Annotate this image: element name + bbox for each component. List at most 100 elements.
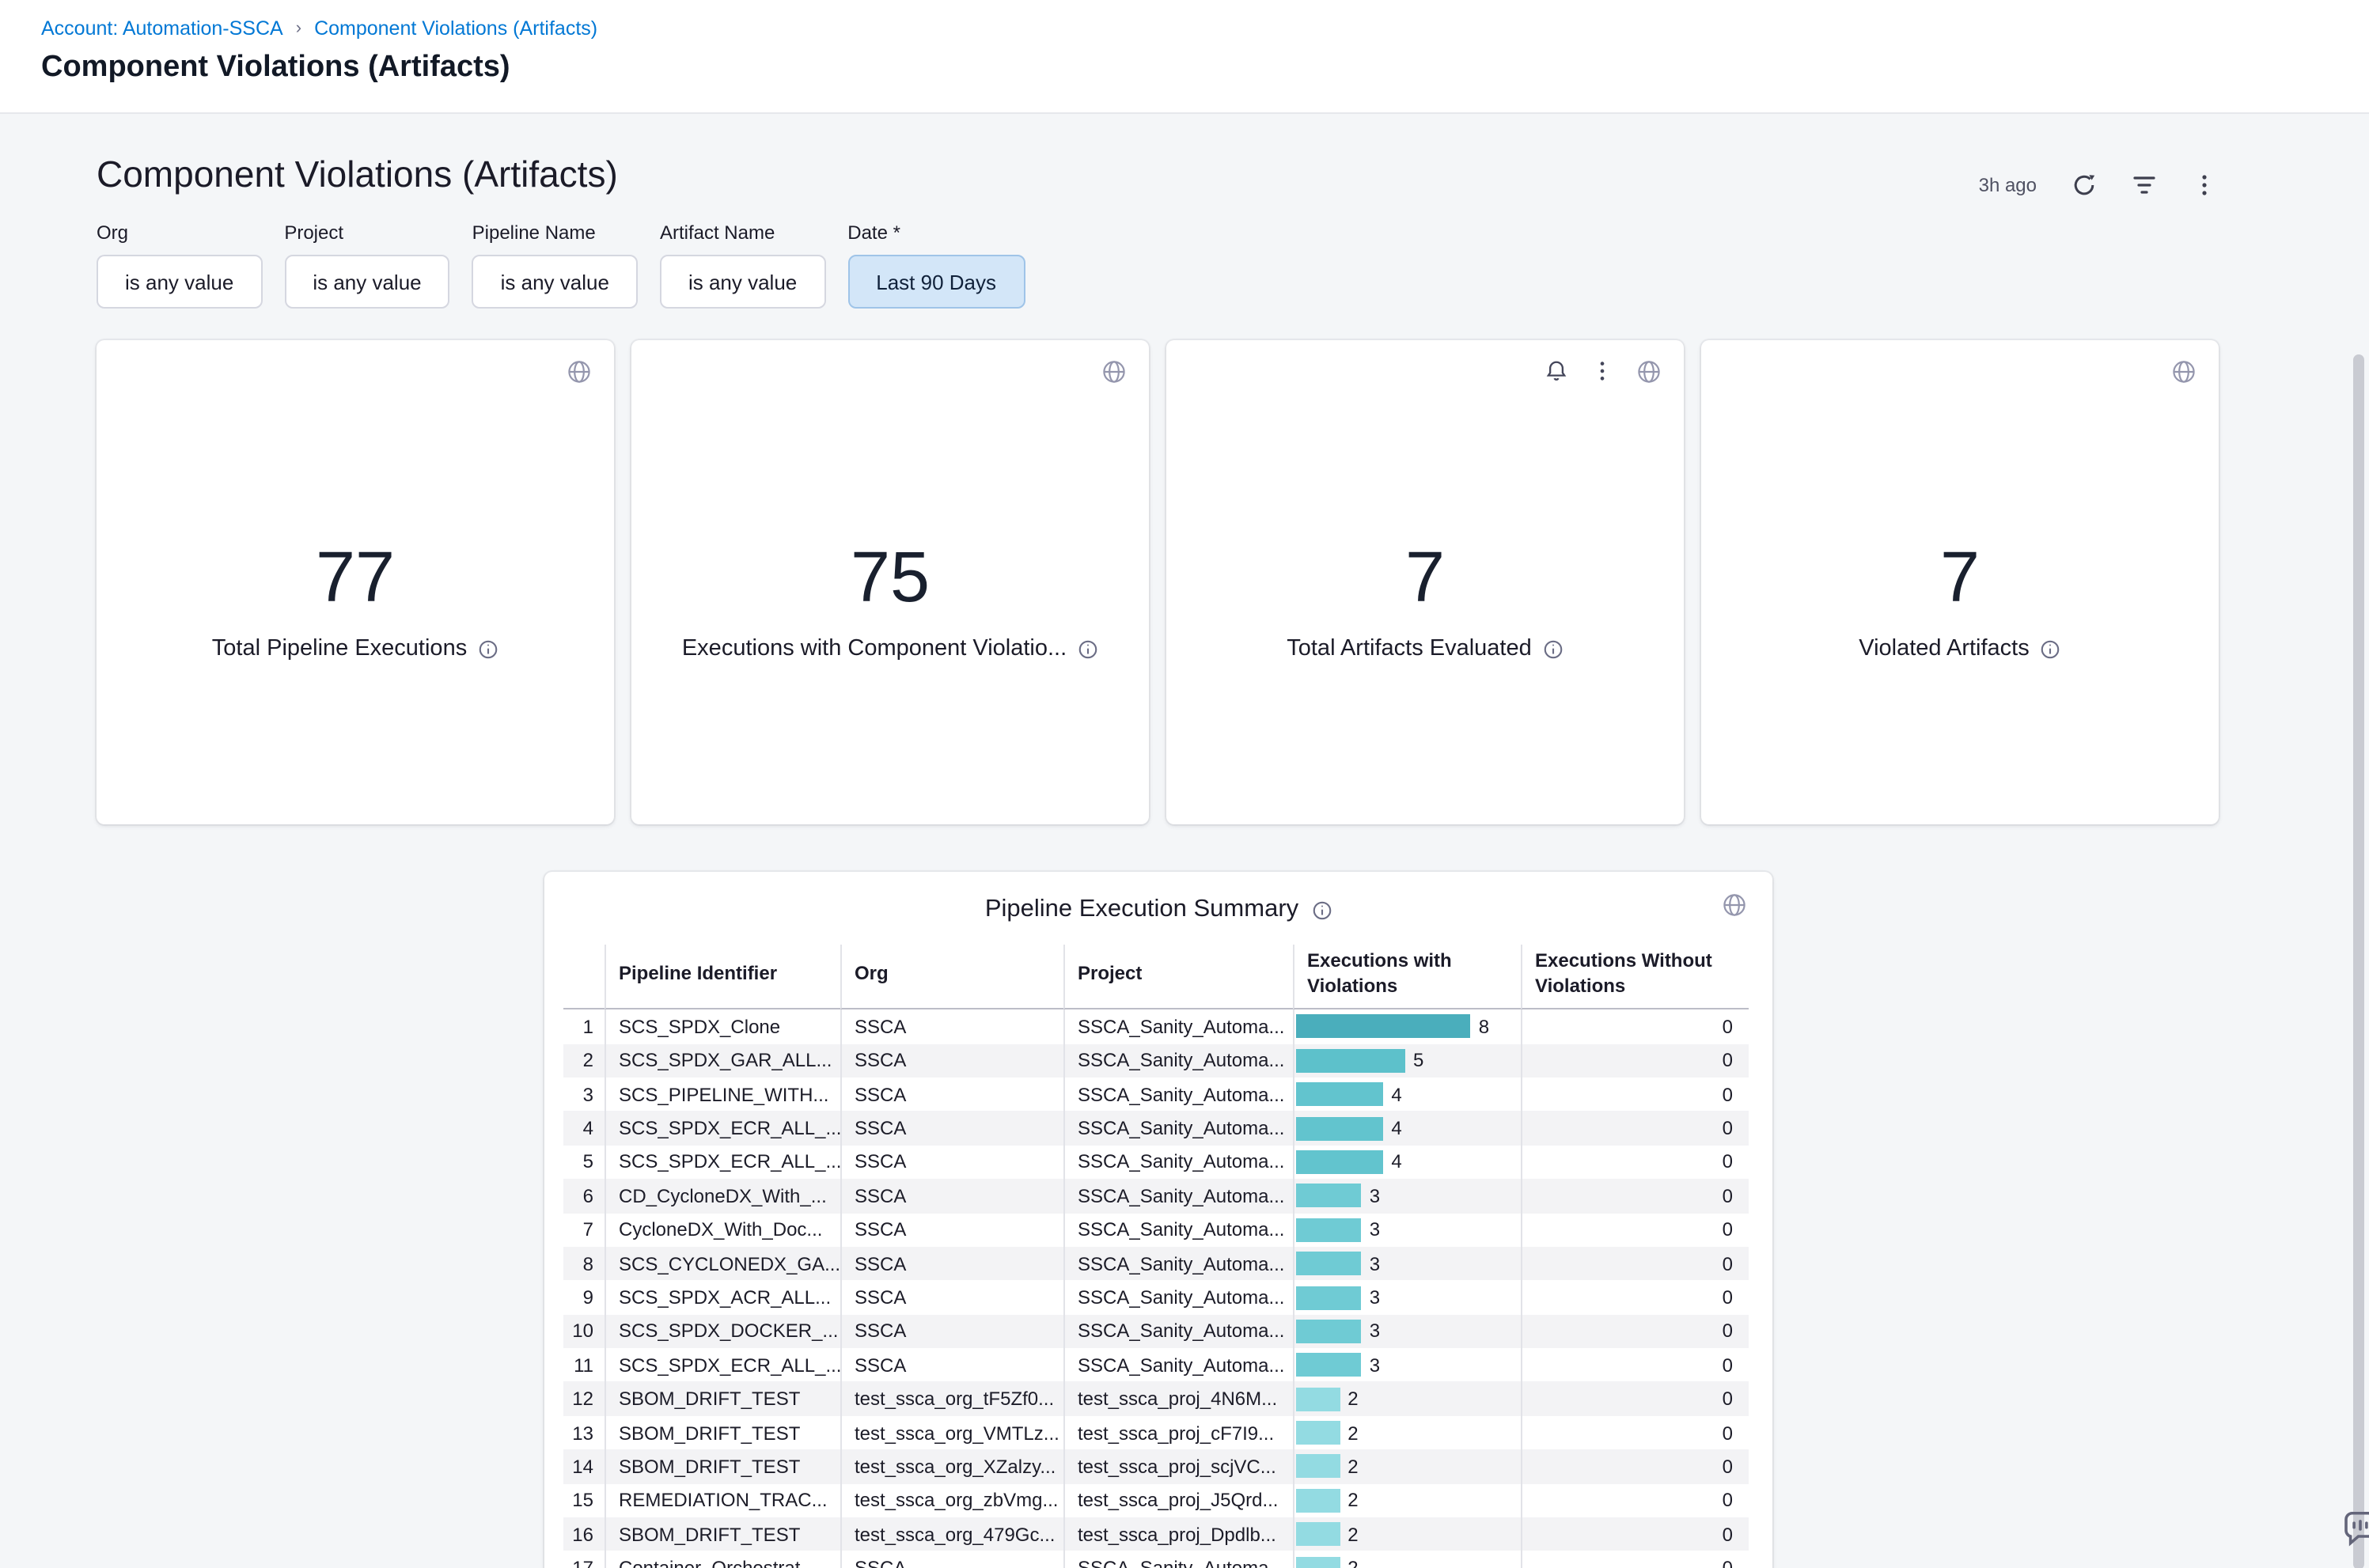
violations-bar-value: 3 xyxy=(1370,1286,1380,1309)
filter-value-button-artifact-name[interactable]: is any value xyxy=(660,255,825,309)
cell-project: SSCA_Sanity_Automa... xyxy=(1063,1078,1293,1112)
bell-icon[interactable] xyxy=(1545,359,1570,384)
row-index: 11 xyxy=(563,1348,605,1382)
cell-pipeline-identifier: Container_Orchestrat... xyxy=(605,1551,840,1568)
globe-icon[interactable] xyxy=(567,359,592,384)
info-icon[interactable] xyxy=(1543,639,1564,660)
violations-bar-value: 2 xyxy=(1347,1456,1358,1478)
cell-pipeline-identifier: SCS_SPDX_ECR_ALL_... xyxy=(605,1348,840,1382)
table-header-col-4[interactable]: Executions with Violations xyxy=(1293,945,1521,1009)
info-icon[interactable] xyxy=(1311,900,1332,920)
filter-value-button-org[interactable]: is any value xyxy=(97,255,262,309)
cell-org: SSCA xyxy=(840,1213,1063,1247)
cell-executions-without-violations: 0 xyxy=(1521,1009,1749,1043)
row-index: 8 xyxy=(563,1247,605,1281)
table-header-col-5[interactable]: Executions Without Violations xyxy=(1521,945,1749,1009)
cell-org: SSCA xyxy=(840,1043,1063,1078)
filter-pipeline-name: Pipeline Nameis any value xyxy=(472,222,638,309)
table-header-col-2[interactable]: Org xyxy=(840,945,1063,1009)
violations-bar[interactable] xyxy=(1296,1556,1340,1568)
violations-bar[interactable] xyxy=(1296,1049,1405,1073)
cell-project: test_ssca_proj_cF7I9... xyxy=(1063,1416,1293,1450)
cell-org: SSCA xyxy=(840,1551,1063,1568)
table-title: Pipeline Execution Summary xyxy=(985,896,1298,924)
card-icons xyxy=(1101,359,1127,384)
globe-icon[interactable] xyxy=(1636,359,1662,384)
card-icons xyxy=(1545,359,1662,384)
cell-pipeline-identifier: CD_CycloneDX_With_... xyxy=(605,1179,840,1213)
violations-bar[interactable] xyxy=(1296,1252,1362,1275)
stat-value: 7 xyxy=(1405,538,1445,616)
vertical-scrollbar[interactable] xyxy=(2353,354,2364,1568)
pipeline-summary-card: Pipeline Execution Summary Pipeline Iden… xyxy=(544,872,1772,1568)
stat-cards-row: 77Total Pipeline Executions 75Executions … xyxy=(97,340,2369,824)
filter-date: Date *Last 90 Days xyxy=(847,222,1025,309)
cell-executions-without-violations: 0 xyxy=(1521,1483,1749,1517)
breadcrumb-page-link[interactable]: Component Violations (Artifacts) xyxy=(314,17,597,40)
card-icons xyxy=(567,359,592,384)
filter-value-button-project[interactable]: is any value xyxy=(284,255,449,309)
app-root: Account: Automation-SSCA › Component Vio… xyxy=(0,0,2369,1568)
row-index: 17 xyxy=(563,1551,605,1568)
cell-pipeline-identifier: SBOM_DRIFT_TEST xyxy=(605,1416,840,1450)
stat-inner: 77Total Pipeline Executions xyxy=(212,538,498,662)
cell-org: SSCA xyxy=(840,1247,1063,1281)
violations-bar-value: 2 xyxy=(1347,1557,1358,1568)
info-icon[interactable] xyxy=(2041,639,2061,660)
violations-bar[interactable] xyxy=(1296,1421,1340,1445)
stat-label-row: Total Artifacts Evaluated xyxy=(1287,637,1564,662)
filter-value-button-pipeline-name[interactable]: is any value xyxy=(472,255,638,309)
violations-bar[interactable] xyxy=(1296,1489,1340,1513)
globe-icon[interactable] xyxy=(1722,892,1747,918)
violations-bar[interactable] xyxy=(1296,1455,1340,1479)
info-icon[interactable] xyxy=(478,639,498,660)
dashboard-content: Component Violations (Artifacts) 3h ago xyxy=(0,112,2369,1568)
cell-executions-with-violations: 3 xyxy=(1293,1179,1521,1213)
globe-icon[interactable] xyxy=(1101,359,1127,384)
violations-bar[interactable] xyxy=(1296,1522,1340,1546)
stat-label: Total Pipeline Executions xyxy=(212,637,467,662)
breadcrumb-account-link[interactable]: Account: Automation-SSCA xyxy=(41,17,283,40)
violations-bar[interactable] xyxy=(1296,1082,1383,1106)
cell-org: SSCA xyxy=(840,1179,1063,1213)
cell-executions-without-violations: 0 xyxy=(1521,1281,1749,1315)
stat-inner: 75Executions with Component Violatio... xyxy=(682,538,1098,662)
table-header-col-3[interactable]: Project xyxy=(1063,945,1293,1009)
violations-bar-value: 4 xyxy=(1391,1151,1401,1173)
info-icon[interactable] xyxy=(1078,639,1098,660)
cell-executions-without-violations: 0 xyxy=(1521,1179,1749,1213)
globe-icon[interactable] xyxy=(2171,359,2197,384)
cell-executions-without-violations: 0 xyxy=(1521,1382,1749,1416)
table-header-col-1[interactable]: Pipeline Identifier xyxy=(605,945,840,1009)
violations-bar[interactable] xyxy=(1296,1354,1362,1377)
stat-label: Violated Artifacts xyxy=(1859,637,2030,662)
violations-bar[interactable] xyxy=(1296,1286,1362,1309)
cell-project: test_ssca_proj_scjVC... xyxy=(1063,1450,1293,1484)
row-index: 9 xyxy=(563,1281,605,1315)
violations-bar-value: 4 xyxy=(1391,1083,1401,1105)
cell-project: test_ssca_proj_J5Qrd... xyxy=(1063,1483,1293,1517)
violations-bar[interactable] xyxy=(1296,1320,1362,1343)
refresh-icon[interactable] xyxy=(2070,171,2097,198)
kebab-menu-icon[interactable] xyxy=(2190,171,2217,198)
stat-label-row: Violated Artifacts xyxy=(1859,637,2061,662)
row-index: 15 xyxy=(563,1483,605,1517)
row-index: 1 xyxy=(563,1009,605,1043)
cell-org: SSCA xyxy=(840,1078,1063,1112)
violations-bar[interactable] xyxy=(1296,1015,1471,1039)
kebab-icon[interactable] xyxy=(1590,359,1616,384)
cell-executions-with-violations: 2 xyxy=(1293,1483,1521,1517)
cell-executions-with-violations: 3 xyxy=(1293,1247,1521,1281)
violations-bar[interactable] xyxy=(1296,1150,1383,1174)
stat-card-executions-with-component-violations: 75Executions with Component Violatio... xyxy=(631,340,1149,824)
filter-icon[interactable] xyxy=(2130,171,2157,198)
row-index: 5 xyxy=(563,1146,605,1180)
violations-bar[interactable] xyxy=(1296,1116,1383,1140)
help-chat-icon[interactable] xyxy=(2339,1508,2369,1559)
violations-bar[interactable] xyxy=(1296,1184,1362,1208)
cell-executions-with-violations: 4 xyxy=(1293,1078,1521,1112)
violations-bar[interactable] xyxy=(1296,1218,1362,1241)
violations-bar[interactable] xyxy=(1296,1387,1340,1411)
filter-value-button-date[interactable]: Last 90 Days xyxy=(847,255,1025,309)
cell-org: test_ssca_org_tF5Zf0... xyxy=(840,1382,1063,1416)
